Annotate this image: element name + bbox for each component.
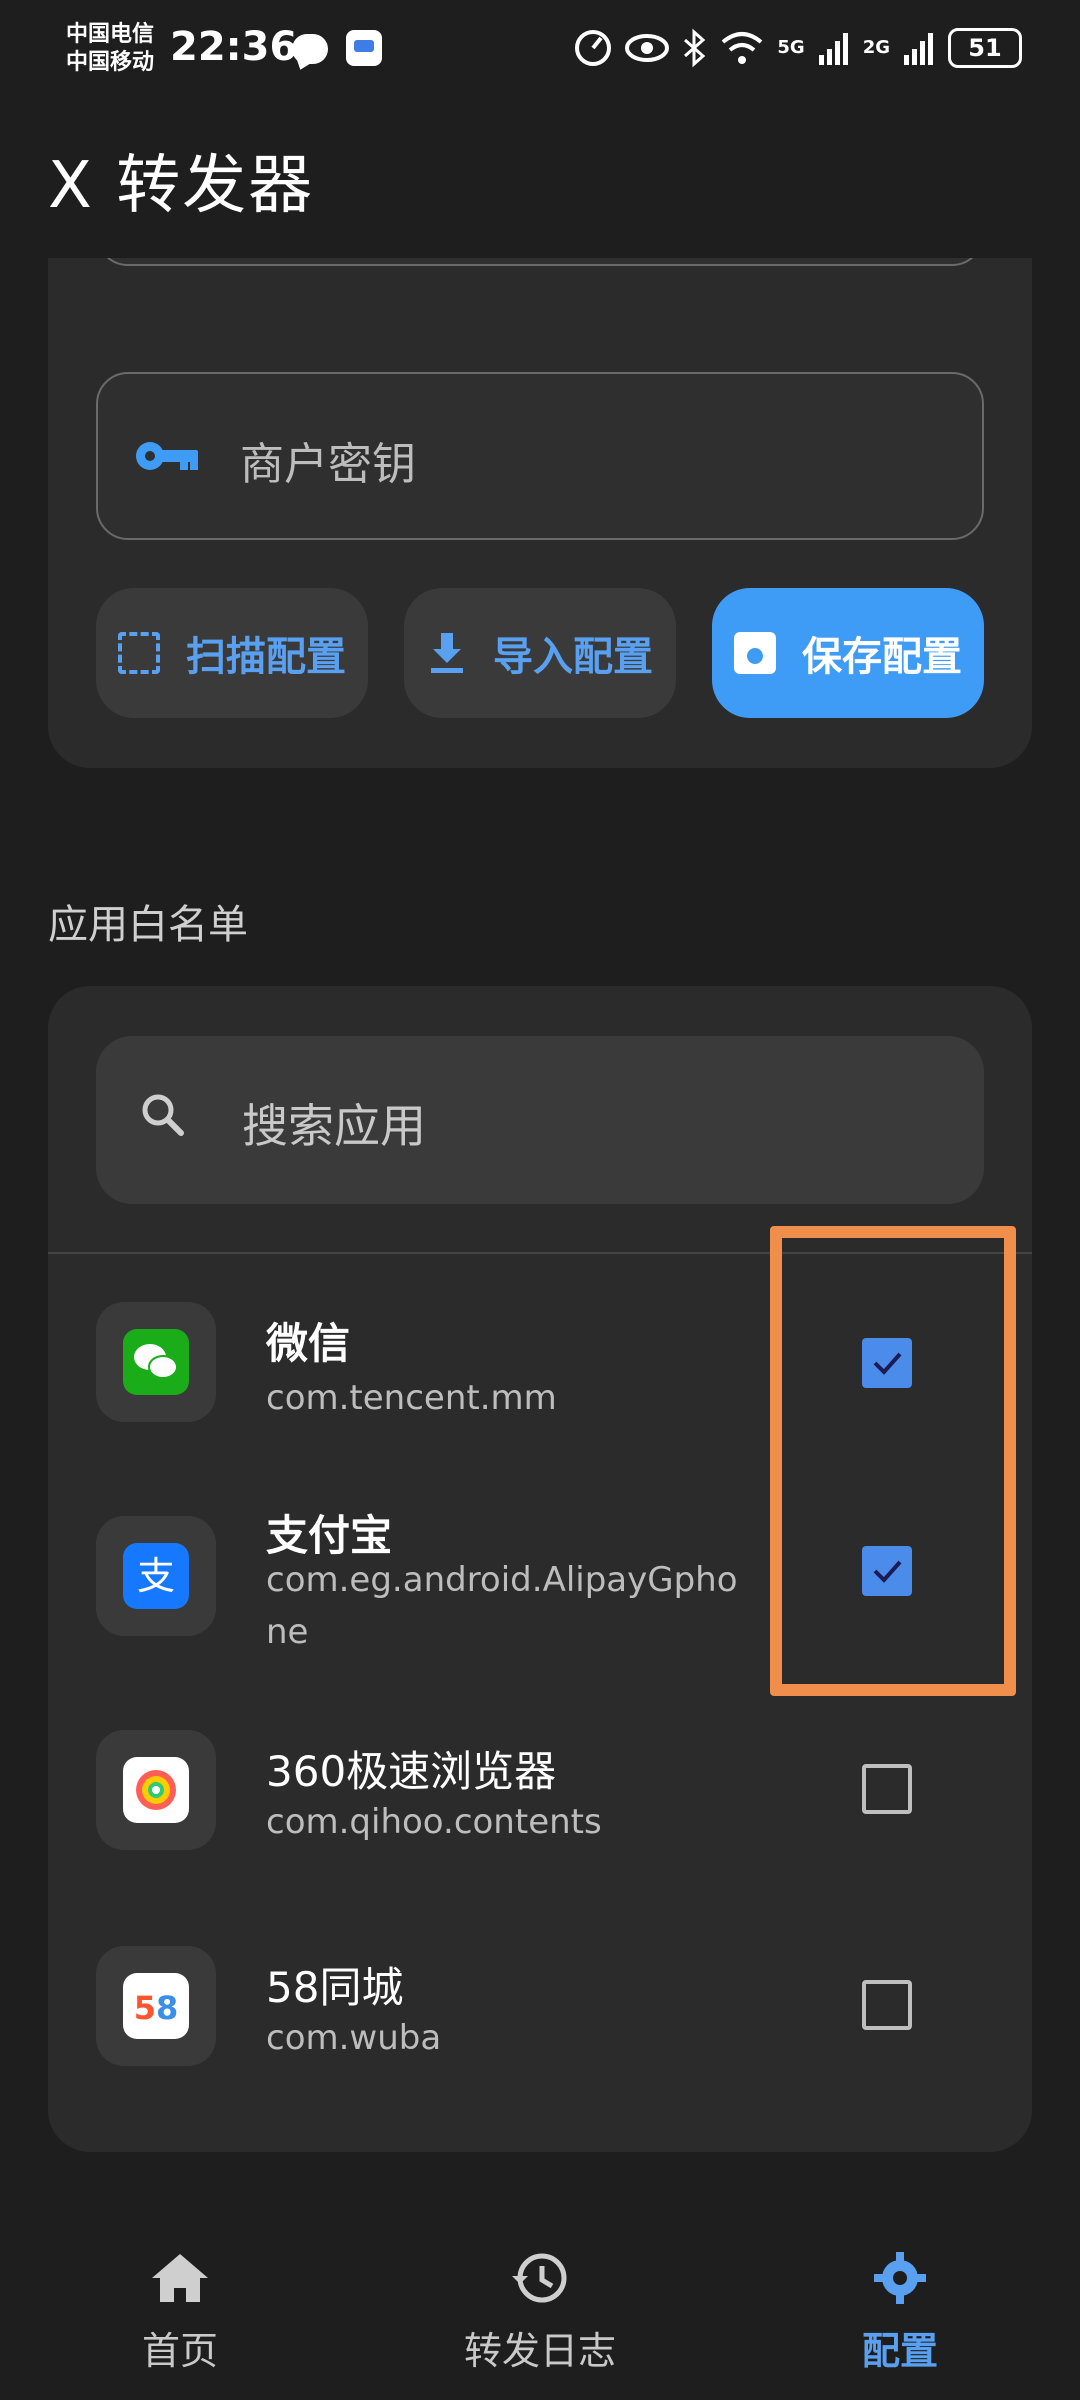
app-package: com.wuba xyxy=(266,2018,442,2058)
page-title: X 转发器 xyxy=(48,149,315,223)
status-bar: 中国电信 中国移动 22:36 5G 2G 51 xyxy=(0,0,1080,100)
whitelist-section-title: 应用白名单 xyxy=(48,902,248,948)
app-checkbox[interactable] xyxy=(862,1764,912,1814)
wifi-icon xyxy=(722,32,763,64)
list-item[interactable]: 58 58同城 com.wuba xyxy=(48,1946,1032,2096)
nav-config[interactable]: 配置 xyxy=(800,2250,1000,2375)
home-icon xyxy=(152,2254,208,2302)
battery-level: 51 xyxy=(968,34,1002,62)
app-name: 微信 xyxy=(266,1319,351,1368)
app-package-line-1: com.eg.android.AlipayGpho xyxy=(266,1560,738,1600)
signal-2g-label: 2G xyxy=(862,37,890,58)
app-name: 58同城 xyxy=(266,1963,404,2012)
carrier-1: 中国电信 xyxy=(66,22,155,47)
download-icon xyxy=(427,633,467,673)
nav-home[interactable]: 首页 xyxy=(80,2250,280,2375)
history-icon xyxy=(512,2253,567,2303)
signal-icon xyxy=(818,33,848,65)
eye-icon xyxy=(625,34,670,62)
wechat-icon xyxy=(96,1302,216,1422)
list-item[interactable]: 360极速浏览器 com.qihoo.contents xyxy=(48,1730,1032,1880)
nav-config-label: 配置 xyxy=(861,2329,938,2373)
qr-scan-icon xyxy=(118,632,160,674)
import-config-label: 导入配置 xyxy=(493,634,653,680)
app-checkbox[interactable] xyxy=(862,1980,912,2030)
nav-logs-label: 转发日志 xyxy=(463,2329,616,2373)
search-icon xyxy=(142,1094,184,1136)
save-config-label: 保存配置 xyxy=(802,634,962,680)
status-icons: 5G 2G 51 xyxy=(573,24,1022,72)
carrier-2: 中国移动 xyxy=(66,50,155,75)
save-config-button[interactable]: 保存配置 xyxy=(712,588,984,718)
app-package: com.qihoo.contents xyxy=(266,1802,602,1842)
58-tongcheng-icon: 58 xyxy=(96,1946,216,2066)
alipay-icon: 支 xyxy=(96,1516,216,1636)
key-icon xyxy=(136,442,198,470)
save-icon xyxy=(734,632,776,674)
nav-home-label: 首页 xyxy=(141,2329,218,2373)
bluetooth-icon xyxy=(684,28,706,68)
chat-bubble-icon xyxy=(292,34,328,64)
import-config-button[interactable]: 导入配置 xyxy=(404,588,676,718)
svg-text:支: 支 xyxy=(137,1554,175,1598)
app-bar: X 转发器 xyxy=(0,100,1080,258)
360-browser-icon xyxy=(96,1730,216,1850)
app-package: com.tencent.mm xyxy=(266,1378,557,1418)
signal-icon-2 xyxy=(904,33,933,65)
scan-config-label: 扫描配置 xyxy=(186,634,346,680)
battery-icon: 51 xyxy=(948,28,1022,68)
status-time: 22:36 xyxy=(170,24,298,70)
app-notification-icon xyxy=(346,30,382,66)
bottom-navigation: 首页 转发日志 配置 xyxy=(0,2232,1080,2400)
app-package-line-2: ne xyxy=(266,1612,309,1652)
svg-text:58: 58 xyxy=(134,1989,179,2027)
highlight-box xyxy=(770,1226,1016,1696)
search-input[interactable]: 搜索应用 xyxy=(96,1036,984,1204)
app-name: 360极速浏览器 xyxy=(266,1747,557,1796)
scan-config-button[interactable]: 扫描配置 xyxy=(96,588,368,718)
speed-icon xyxy=(575,30,612,66)
merchant-key-field[interactable]: 商户密钥 xyxy=(96,372,984,540)
config-card: 商户密钥 扫描配置 导入配置 保存配置 xyxy=(48,120,1032,768)
merchant-key-label: 商户密钥 xyxy=(240,439,416,490)
gear-icon xyxy=(874,2252,926,2304)
signal-5g-label: 5G xyxy=(777,37,805,58)
search-placeholder: 搜索应用 xyxy=(242,1099,426,1153)
nav-logs[interactable]: 转发日志 xyxy=(440,2250,640,2375)
